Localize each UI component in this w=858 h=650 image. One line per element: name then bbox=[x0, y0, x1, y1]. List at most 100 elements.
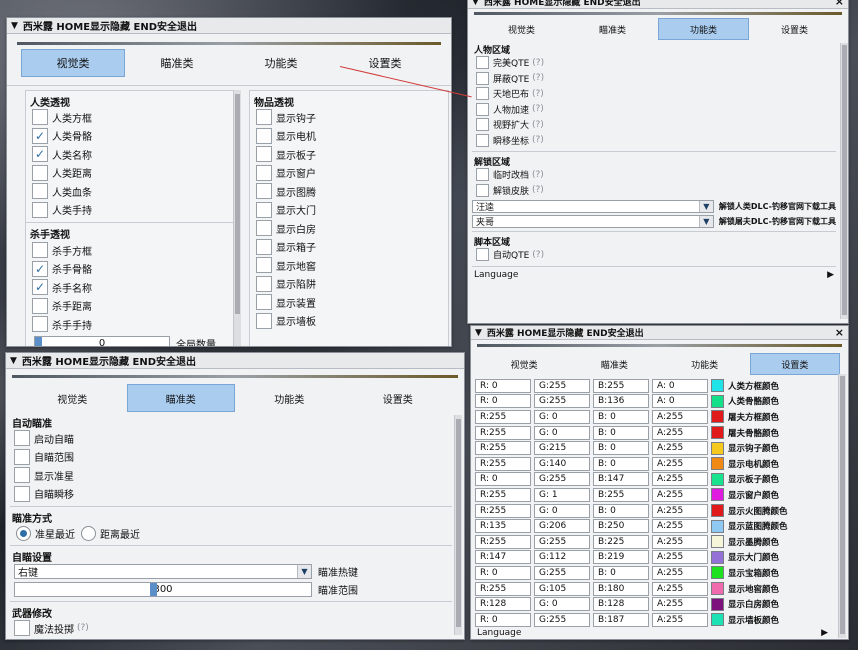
color-channel-b[interactable]: B:219 bbox=[593, 550, 649, 565]
help-icon[interactable]: (?) bbox=[532, 104, 544, 114]
checkbox[interactable]: ✓ bbox=[32, 260, 48, 277]
color-swatch[interactable] bbox=[711, 504, 724, 518]
help-icon[interactable]: (?) bbox=[532, 89, 544, 99]
help-icon[interactable]: (?) bbox=[532, 185, 544, 195]
checkbox[interactable] bbox=[14, 467, 30, 484]
checkbox[interactable] bbox=[32, 201, 48, 218]
chevron-down-icon[interactable]: ▼ bbox=[698, 216, 713, 227]
color-channel-r[interactable]: R:135 bbox=[475, 519, 531, 534]
tab-aim[interactable]: 瞄准类 bbox=[567, 18, 658, 40]
collapse-triangle-icon[interactable]: ▼ bbox=[11, 21, 18, 31]
aim-titlebar[interactable]: ▼ 西米露 HOME显示隐藏 END安全退出 bbox=[6, 353, 464, 369]
dlc-human-combo[interactable]: 汪逵 ▼ bbox=[472, 200, 714, 213]
tab-function[interactable]: 功能类 bbox=[235, 384, 344, 412]
checkbox[interactable] bbox=[476, 87, 489, 101]
close-icon[interactable]: × bbox=[835, 326, 844, 339]
checkbox[interactable] bbox=[476, 71, 489, 85]
color-channel-b[interactable]: B:250 bbox=[593, 519, 649, 534]
collapse-triangle-icon[interactable]: ▼ bbox=[10, 356, 17, 366]
checkbox[interactable] bbox=[256, 127, 272, 144]
checkbox[interactable] bbox=[256, 146, 272, 163]
aim-scrollbar[interactable] bbox=[454, 415, 462, 635]
color-channel-b[interactable]: B:255 bbox=[593, 378, 649, 393]
checkbox[interactable] bbox=[476, 56, 489, 70]
checkbox[interactable] bbox=[256, 183, 272, 200]
tab-function[interactable]: 功能类 bbox=[229, 49, 333, 77]
checkbox[interactable] bbox=[32, 109, 48, 126]
color-channel-g[interactable]: G:140 bbox=[534, 456, 590, 471]
color-channel-a[interactable]: A:255 bbox=[652, 409, 708, 424]
color-channel-g[interactable]: G:255 bbox=[534, 394, 590, 409]
checkbox[interactable] bbox=[476, 183, 489, 197]
color-channel-b[interactable]: B:225 bbox=[593, 534, 649, 549]
color-channel-r[interactable]: R:255 bbox=[475, 409, 531, 424]
color-channel-r[interactable]: R: 0 bbox=[475, 472, 531, 487]
checkbox[interactable] bbox=[256, 312, 272, 329]
color-channel-a[interactable]: A:255 bbox=[652, 472, 708, 487]
tab-aim[interactable]: 瞄准类 bbox=[125, 49, 229, 77]
checkbox[interactable] bbox=[256, 109, 272, 126]
color-channel-a[interactable]: A:255 bbox=[652, 487, 708, 502]
help-icon[interactable]: (?) bbox=[532, 170, 544, 180]
settings-scrollbar-thumb[interactable] bbox=[840, 376, 845, 634]
help-icon[interactable]: (?) bbox=[77, 623, 89, 633]
close-icon[interactable]: × bbox=[835, 0, 844, 8]
color-channel-b[interactable]: B:180 bbox=[593, 581, 649, 596]
color-channel-r[interactable]: R: 0 bbox=[475, 394, 531, 409]
color-channel-b[interactable]: B:147 bbox=[593, 472, 649, 487]
color-channel-r[interactable]: R: 0 bbox=[475, 565, 531, 580]
color-swatch[interactable] bbox=[711, 410, 724, 424]
color-swatch[interactable] bbox=[711, 597, 724, 611]
checkbox[interactable] bbox=[256, 201, 272, 218]
color-channel-r[interactable]: R:147 bbox=[475, 550, 531, 565]
tab-function[interactable]: 功能类 bbox=[660, 353, 750, 375]
collapse-triangle-icon[interactable]: ▼ bbox=[472, 0, 479, 7]
collapse-triangle-icon[interactable]: ▼ bbox=[475, 328, 482, 338]
tab-aim[interactable]: 瞄准类 bbox=[126, 384, 235, 412]
color-channel-r[interactable]: R:255 bbox=[475, 581, 531, 596]
color-swatch[interactable] bbox=[711, 613, 724, 627]
color-channel-a[interactable]: A:255 bbox=[652, 456, 708, 471]
checkbox[interactable] bbox=[14, 485, 30, 502]
color-swatch[interactable] bbox=[711, 426, 724, 440]
checkbox[interactable] bbox=[14, 430, 30, 447]
range-slider[interactable]: 300 bbox=[14, 581, 312, 597]
language-row[interactable]: Language ▶ bbox=[471, 627, 834, 639]
function-scrollbar[interactable] bbox=[840, 43, 848, 319]
tab-function[interactable]: 功能类 bbox=[658, 18, 749, 40]
color-channel-b[interactable]: B:255 bbox=[593, 487, 649, 502]
tab-visual[interactable]: 视觉类 bbox=[476, 18, 567, 40]
checkbox[interactable] bbox=[32, 183, 48, 200]
color-swatch[interactable] bbox=[711, 472, 724, 486]
color-channel-g[interactable]: G:112 bbox=[534, 550, 590, 565]
range-slider-grab[interactable] bbox=[150, 582, 158, 596]
color-channel-b[interactable]: B: 0 bbox=[593, 456, 649, 471]
color-channel-b[interactable]: B: 0 bbox=[593, 409, 649, 424]
checkbox[interactable]: ✓ bbox=[32, 127, 48, 144]
checkbox[interactable] bbox=[476, 168, 489, 182]
color-channel-a[interactable]: A:255 bbox=[652, 550, 708, 565]
checkbox[interactable]: ✓ bbox=[32, 146, 48, 163]
tab-visual[interactable]: 视觉类 bbox=[21, 49, 125, 77]
hotkey-combo[interactable]: 右键 ▼ bbox=[14, 564, 312, 579]
color-channel-a[interactable]: A:255 bbox=[652, 597, 708, 612]
tab-visual[interactable]: 视觉类 bbox=[479, 353, 569, 375]
checkbox[interactable] bbox=[476, 118, 489, 132]
checkbox[interactable] bbox=[256, 275, 272, 292]
color-channel-a[interactable]: A:255 bbox=[652, 425, 708, 440]
aim-scrollbar-thumb[interactable] bbox=[456, 419, 461, 627]
checkbox[interactable] bbox=[476, 133, 489, 147]
count-slider-grab[interactable] bbox=[35, 336, 42, 346]
color-channel-a[interactable]: A:255 bbox=[652, 519, 708, 534]
color-channel-r[interactable]: R:255 bbox=[475, 425, 531, 440]
checkbox[interactable] bbox=[14, 448, 30, 465]
color-channel-b[interactable]: B: 0 bbox=[593, 503, 649, 518]
color-swatch[interactable] bbox=[711, 488, 724, 502]
checkbox[interactable] bbox=[476, 248, 489, 262]
color-channel-b[interactable]: B:136 bbox=[593, 394, 649, 409]
color-channel-r[interactable]: R:255 bbox=[475, 487, 531, 502]
color-channel-g[interactable]: G:255 bbox=[534, 612, 590, 627]
visual-titlebar[interactable]: ▼ 西米露 HOME显示隐藏 END安全退出 bbox=[7, 18, 451, 34]
radio-button[interactable] bbox=[16, 525, 31, 541]
checkbox[interactable] bbox=[14, 620, 30, 637]
